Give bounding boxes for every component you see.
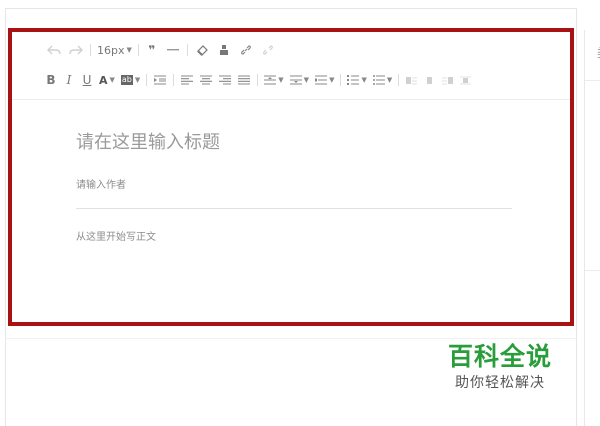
font-color-label: A — [99, 73, 108, 87]
toolbar-separator — [137, 44, 139, 56]
right-panel-divider — [585, 270, 600, 271]
toolbar-row-1: 16px ▼ ❞ — [46, 41, 276, 59]
toolbar-separator — [146, 74, 148, 86]
font-size-value: 16px — [97, 43, 125, 57]
watermark: 百科全说 助你轻松解决 — [440, 342, 560, 394]
blockquote-icon[interactable]: ❞ — [145, 41, 159, 59]
right-panel-divider — [585, 80, 600, 81]
toolbar-separator — [340, 74, 342, 86]
image-left-icon[interactable] — [405, 71, 417, 89]
chevron-down-icon: ▼ — [134, 76, 141, 84]
underline-icon[interactable]: U — [81, 71, 93, 89]
toolbar-row-2: B I U A ▼ ab ▼ ▼ ▼ ▼ ▼ ▼ — [45, 71, 471, 89]
chevron-down-icon: ▼ — [386, 76, 393, 84]
toolbar-separator — [398, 74, 400, 86]
chevron-down-icon: ▼ — [303, 76, 310, 84]
image-none-icon[interactable] — [459, 71, 471, 89]
watermark-brand: 百科全说 — [447, 342, 552, 371]
list-style-icon[interactable]: ▼ — [315, 71, 334, 89]
right-panel: 类 — [584, 30, 600, 426]
toolbar-separator — [90, 44, 91, 56]
body-input[interactable]: 从这里开始写正文 — [76, 228, 156, 243]
chevron-down-icon: ▼ — [109, 76, 115, 84]
chevron-down-icon: ▼ — [126, 46, 132, 54]
editor-toolbar: 16px ▼ ❞ B I U A ▼ ab ▼ ▼ ▼ ▼ ▼ ▼ — [12, 32, 570, 100]
editor-document: 请在这里输入标题 请输入作者 从这里开始写正文 — [12, 100, 570, 322]
toolbar-separator — [173, 74, 175, 86]
line-spacing-icon[interactable]: ▼ — [289, 71, 310, 89]
ordered-list-icon[interactable]: ▼ — [347, 71, 367, 89]
eraser-icon[interactable] — [194, 41, 210, 59]
align-center-icon[interactable] — [199, 71, 213, 89]
font-size-select[interactable]: 16px ▼ — [97, 41, 132, 59]
format-painter-icon[interactable] — [216, 41, 232, 59]
image-center-icon[interactable] — [423, 71, 435, 89]
toolbar-separator — [186, 44, 188, 56]
chevron-down-icon: ▼ — [329, 76, 335, 84]
watermark-slogan: 助你轻松解决 — [455, 375, 545, 391]
header-divider — [76, 208, 512, 209]
align-justify-icon[interactable] — [237, 71, 251, 89]
indent-icon[interactable] — [153, 71, 167, 89]
unordered-list-icon[interactable]: ▼ — [372, 71, 393, 89]
paragraph-spacing-icon[interactable]: ▼ — [264, 71, 284, 89]
bold-icon[interactable]: B — [45, 71, 57, 89]
author-input[interactable]: 请输入作者 — [76, 176, 126, 191]
lower-divider — [5, 338, 577, 339]
unlink-icon[interactable] — [260, 41, 276, 59]
undo-icon[interactable] — [46, 41, 62, 59]
background-color-icon[interactable]: ab ▼ — [120, 71, 141, 89]
chevron-down-icon: ▼ — [278, 76, 284, 84]
font-color-icon[interactable]: A ▼ — [99, 71, 115, 89]
align-left-icon[interactable] — [180, 71, 194, 89]
redo-icon[interactable] — [68, 41, 84, 59]
italic-icon[interactable]: I — [63, 71, 75, 89]
bg-color-label: ab — [120, 75, 133, 85]
align-right-icon[interactable] — [218, 71, 232, 89]
chevron-down-icon: ▼ — [361, 76, 367, 84]
title-input[interactable]: 请在这里输入标题 — [76, 128, 220, 154]
horizontal-rule-icon[interactable] — [165, 41, 181, 59]
link-icon[interactable] — [238, 41, 254, 59]
image-right-icon[interactable] — [441, 71, 453, 89]
toolbar-separator — [257, 74, 259, 86]
